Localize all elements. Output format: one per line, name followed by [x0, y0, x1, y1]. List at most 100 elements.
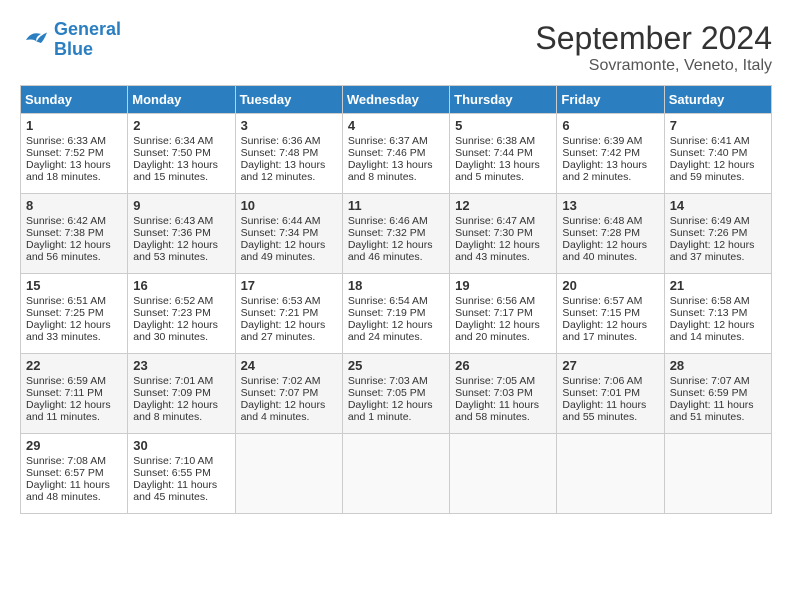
calendar-cell: 19 Sunrise: 6:56 AM Sunset: 7:17 PM Dayl… — [450, 274, 557, 354]
sunrise-text: Sunrise: 7:06 AM — [562, 375, 642, 387]
sunset-text: Sunset: 7:26 PM — [670, 227, 748, 239]
day-number: 22 — [26, 358, 122, 373]
sunrise-text: Sunrise: 6:49 AM — [670, 215, 750, 227]
sunset-text: Sunset: 7:09 PM — [133, 387, 211, 399]
sunset-text: Sunset: 7:42 PM — [562, 147, 640, 159]
column-header-thursday: Thursday — [450, 86, 557, 114]
sunset-text: Sunset: 7:30 PM — [455, 227, 533, 239]
calendar-table: SundayMondayTuesdayWednesdayThursdayFrid… — [20, 85, 772, 514]
day-number: 27 — [562, 358, 658, 373]
sunrise-text: Sunrise: 7:08 AM — [26, 455, 106, 467]
calendar-cell: 27 Sunrise: 7:06 AM Sunset: 7:01 PM Dayl… — [557, 354, 664, 434]
daylight-text: Daylight: 12 hours and 14 minutes. — [670, 319, 755, 343]
calendar-cell: 29 Sunrise: 7:08 AM Sunset: 6:57 PM Dayl… — [21, 434, 128, 514]
day-number: 14 — [670, 198, 766, 213]
daylight-text: Daylight: 13 hours and 15 minutes. — [133, 159, 218, 183]
sunrise-text: Sunrise: 6:39 AM — [562, 135, 642, 147]
calendar-cell: 14 Sunrise: 6:49 AM Sunset: 7:26 PM Dayl… — [664, 194, 771, 274]
day-number: 30 — [133, 438, 229, 453]
calendar-cell: 28 Sunrise: 7:07 AM Sunset: 6:59 PM Dayl… — [664, 354, 771, 434]
calendar-cell: 20 Sunrise: 6:57 AM Sunset: 7:15 PM Dayl… — [557, 274, 664, 354]
sunrise-text: Sunrise: 6:47 AM — [455, 215, 535, 227]
calendar-cell: 1 Sunrise: 6:33 AM Sunset: 7:52 PM Dayli… — [21, 114, 128, 194]
sunrise-text: Sunrise: 6:38 AM — [455, 135, 535, 147]
day-number: 24 — [241, 358, 337, 373]
calendar-cell: 22 Sunrise: 6:59 AM Sunset: 7:11 PM Dayl… — [21, 354, 128, 434]
sunset-text: Sunset: 7:13 PM — [670, 307, 748, 319]
sunset-text: Sunset: 6:57 PM — [26, 467, 104, 479]
calendar-cell: 2 Sunrise: 6:34 AM Sunset: 7:50 PM Dayli… — [128, 114, 235, 194]
sunset-text: Sunset: 7:38 PM — [26, 227, 104, 239]
day-number: 1 — [26, 118, 122, 133]
sunrise-text: Sunrise: 6:52 AM — [133, 295, 213, 307]
sunset-text: Sunset: 7:32 PM — [348, 227, 426, 239]
sunrise-text: Sunrise: 6:53 AM — [241, 295, 321, 307]
sunrise-text: Sunrise: 6:59 AM — [26, 375, 106, 387]
month-title: September 2024 — [535, 20, 772, 57]
sunset-text: Sunset: 7:19 PM — [348, 307, 426, 319]
calendar-week-1: 1 Sunrise: 6:33 AM Sunset: 7:52 PM Dayli… — [21, 114, 772, 194]
sunset-text: Sunset: 7:17 PM — [455, 307, 533, 319]
logo: General Blue — [20, 20, 121, 60]
day-number: 26 — [455, 358, 551, 373]
calendar-cell: 30 Sunrise: 7:10 AM Sunset: 6:55 PM Dayl… — [128, 434, 235, 514]
calendar-cell: 7 Sunrise: 6:41 AM Sunset: 7:40 PM Dayli… — [664, 114, 771, 194]
daylight-text: Daylight: 12 hours and 46 minutes. — [348, 239, 433, 263]
daylight-text: Daylight: 13 hours and 18 minutes. — [26, 159, 111, 183]
day-number: 9 — [133, 198, 229, 213]
day-number: 7 — [670, 118, 766, 133]
daylight-text: Daylight: 12 hours and 43 minutes. — [455, 239, 540, 263]
day-number: 3 — [241, 118, 337, 133]
calendar-cell — [557, 434, 664, 514]
sunset-text: Sunset: 7:11 PM — [26, 387, 103, 399]
sunrise-text: Sunrise: 6:56 AM — [455, 295, 535, 307]
sunrise-text: Sunrise: 6:33 AM — [26, 135, 106, 147]
daylight-text: Daylight: 12 hours and 27 minutes. — [241, 319, 326, 343]
logo-line2: Blue — [54, 39, 93, 59]
sunrise-text: Sunrise: 6:54 AM — [348, 295, 428, 307]
day-number: 13 — [562, 198, 658, 213]
calendar-cell — [342, 434, 449, 514]
calendar-cell: 15 Sunrise: 6:51 AM Sunset: 7:25 PM Dayl… — [21, 274, 128, 354]
calendar-cell: 23 Sunrise: 7:01 AM Sunset: 7:09 PM Dayl… — [128, 354, 235, 434]
day-number: 20 — [562, 278, 658, 293]
calendar-week-3: 15 Sunrise: 6:51 AM Sunset: 7:25 PM Dayl… — [21, 274, 772, 354]
sunrise-text: Sunrise: 6:42 AM — [26, 215, 106, 227]
day-number: 28 — [670, 358, 766, 373]
calendar-cell: 24 Sunrise: 7:02 AM Sunset: 7:07 PM Dayl… — [235, 354, 342, 434]
sunset-text: Sunset: 7:46 PM — [348, 147, 426, 159]
logo-icon — [20, 25, 50, 55]
daylight-text: Daylight: 12 hours and 8 minutes. — [133, 399, 218, 423]
day-number: 18 — [348, 278, 444, 293]
day-number: 5 — [455, 118, 551, 133]
sunset-text: Sunset: 7:52 PM — [26, 147, 104, 159]
day-number: 6 — [562, 118, 658, 133]
sunrise-text: Sunrise: 6:58 AM — [670, 295, 750, 307]
daylight-text: Daylight: 12 hours and 11 minutes. — [26, 399, 111, 423]
sunset-text: Sunset: 7:40 PM — [670, 147, 748, 159]
location: Sovramonte, Veneto, Italy — [535, 57, 772, 75]
column-header-saturday: Saturday — [664, 86, 771, 114]
sunrise-text: Sunrise: 6:36 AM — [241, 135, 321, 147]
daylight-text: Daylight: 12 hours and 17 minutes. — [562, 319, 647, 343]
sunset-text: Sunset: 6:59 PM — [670, 387, 748, 399]
sunset-text: Sunset: 7:48 PM — [241, 147, 319, 159]
sunset-text: Sunset: 7:01 PM — [562, 387, 640, 399]
logo-line1: General — [54, 19, 121, 39]
daylight-text: Daylight: 12 hours and 20 minutes. — [455, 319, 540, 343]
day-number: 11 — [348, 198, 444, 213]
day-number: 23 — [133, 358, 229, 373]
calendar-cell: 13 Sunrise: 6:48 AM Sunset: 7:28 PM Dayl… — [557, 194, 664, 274]
day-number: 25 — [348, 358, 444, 373]
calendar-cell: 25 Sunrise: 7:03 AM Sunset: 7:05 PM Dayl… — [342, 354, 449, 434]
day-number: 16 — [133, 278, 229, 293]
day-number: 2 — [133, 118, 229, 133]
sunset-text: Sunset: 7:44 PM — [455, 147, 533, 159]
daylight-text: Daylight: 11 hours and 55 minutes. — [562, 399, 646, 423]
sunrise-text: Sunrise: 6:37 AM — [348, 135, 428, 147]
calendar-cell — [450, 434, 557, 514]
column-header-sunday: Sunday — [21, 86, 128, 114]
sunrise-text: Sunrise: 7:05 AM — [455, 375, 535, 387]
sunset-text: Sunset: 7:07 PM — [241, 387, 319, 399]
sunrise-text: Sunrise: 6:41 AM — [670, 135, 750, 147]
